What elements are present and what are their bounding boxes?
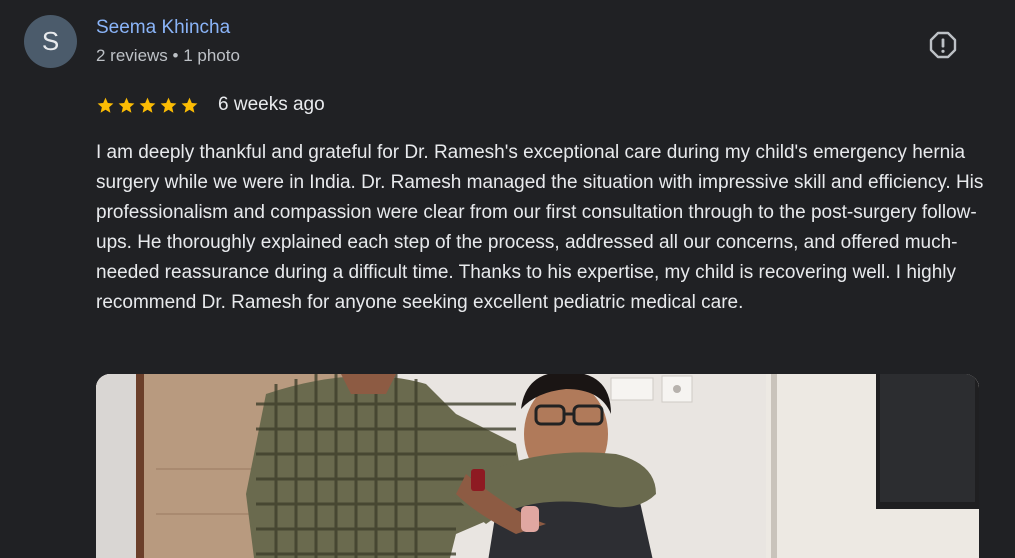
review-card: S Seema Khincha 2 reviews • 1 photo 6 we… <box>0 0 1015 558</box>
reviewer-meta: 2 reviews • 1 photo <box>96 46 240 65</box>
star-icon <box>97 97 114 113</box>
review-photo[interactable] <box>96 374 979 558</box>
avatar-initial: S <box>41 26 60 56</box>
report-icon[interactable] <box>928 30 958 60</box>
review-time: 6 weeks ago <box>218 94 325 115</box>
review-text: I am deeply thankful and grateful for Dr… <box>96 142 984 313</box>
star-icon <box>160 97 177 113</box>
star-rating <box>96 96 199 115</box>
star-icon <box>139 97 156 113</box>
star-icon <box>118 97 135 113</box>
reviewer-name[interactable]: Seema Khincha <box>96 17 230 39</box>
rating-row: 6 weeks ago <box>96 92 325 118</box>
star-icon <box>181 97 198 113</box>
avatar[interactable]: S <box>24 15 77 68</box>
